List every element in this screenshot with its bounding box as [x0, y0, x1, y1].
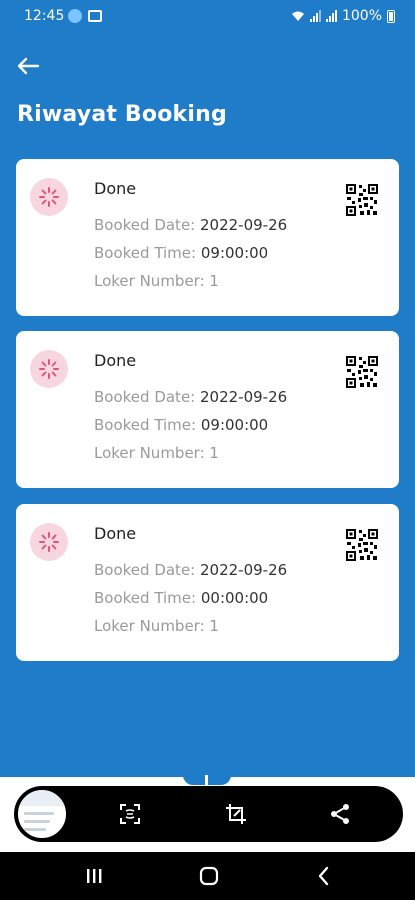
navigation-bar — [0, 852, 415, 900]
signal-icon — [309, 10, 321, 22]
loker-number-row: Loker Number: 1 — [94, 444, 219, 462]
booking-status: Done — [94, 524, 137, 543]
booked-time-row: Booked Time: 09:00:00 — [94, 416, 268, 434]
battery-percent: 100% — [341, 8, 382, 24]
loker-number-row: Loker Number: 1 — [94, 272, 219, 290]
wifi-icon — [291, 11, 304, 21]
status-notification-icons — [68, 9, 102, 23]
thumbnail-header — [18, 790, 66, 806]
booking-card[interactable]: Done Booked Date: 2022-09-26 Booked Time… — [16, 504, 399, 661]
page-title: Riwayat Booking — [17, 102, 227, 127]
status-icon — [30, 178, 68, 216]
booking-card[interactable]: Done Booked Date: 2022-09-26 Booked Time… — [16, 159, 399, 316]
status-icon — [30, 350, 68, 388]
booked-date-label: Booked Date: — [94, 216, 200, 234]
status-icon — [30, 523, 68, 561]
qr-code-icon[interactable] — [346, 356, 378, 388]
qr-code-icon[interactable] — [346, 529, 378, 561]
status-bar: 12:45 100% — [0, 0, 415, 34]
loker-number-value: 1 — [209, 444, 219, 462]
gallery-icon — [88, 10, 102, 22]
booked-date-row: Booked Date: 2022-09-26 — [94, 216, 287, 234]
home-icon[interactable] — [197, 864, 221, 888]
status-system-icons: 100% — [291, 8, 395, 24]
back-button[interactable] — [16, 56, 44, 80]
status-time: 12:45 — [24, 8, 65, 24]
loker-number-value: 1 — [209, 272, 219, 290]
signal-icon-2 — [325, 10, 337, 22]
toolbar-handle-line — [205, 775, 208, 785]
loker-number-label: Loker Number: — [94, 444, 210, 462]
qr-code-icon[interactable] — [346, 184, 378, 216]
booked-date-label: Booked Date: — [94, 388, 200, 406]
booked-date-value: 2022-09-26 — [200, 388, 288, 406]
battery-icon — [387, 9, 395, 23]
thumbnail-line — [24, 812, 54, 815]
loker-number-label: Loker Number: — [94, 617, 210, 635]
booking-status: Done — [94, 179, 137, 198]
loading-spinner-icon — [39, 187, 59, 207]
loading-spinner-icon — [39, 532, 59, 552]
booked-date-label: Booked Date: — [94, 561, 200, 579]
thumbnail-line — [24, 820, 50, 823]
booking-card[interactable]: Done Booked Date: 2022-09-26 Booked Time… — [16, 331, 399, 488]
screenshot-toolbar — [14, 786, 403, 842]
booked-time-value: 09:00:00 — [200, 416, 269, 434]
google-circle-icon — [68, 9, 82, 23]
booked-time-row: Booked Time: 00:00:00 — [94, 589, 268, 607]
booked-time-label: Booked Time: — [94, 416, 201, 434]
arrow-left-icon — [17, 57, 40, 75]
booked-date-row: Booked Date: 2022-09-26 — [94, 388, 287, 406]
thumbnail-line — [24, 828, 46, 831]
screenshot-thumbnail[interactable] — [16, 788, 68, 840]
screen: 12:45 100% Riwayat Booking Done Booked D… — [0, 0, 415, 900]
loker-number-value: 1 — [209, 617, 219, 635]
crop-edit-icon[interactable] — [224, 802, 248, 826]
booked-time-row: Booked Time: 09:00:00 — [94, 244, 268, 262]
booked-time-value: 09:00:00 — [200, 244, 269, 262]
booked-time-value: 00:00:00 — [200, 589, 269, 607]
booked-date-value: 2022-09-26 — [200, 561, 288, 579]
scan-text-icon[interactable] — [118, 802, 142, 826]
booked-date-row: Booked Date: 2022-09-26 — [94, 561, 287, 579]
booking-status: Done — [94, 351, 137, 370]
recent-apps-icon[interactable] — [82, 864, 106, 888]
loker-number-label: Loker Number: — [94, 272, 210, 290]
booked-date-value: 2022-09-26 — [200, 216, 288, 234]
booked-time-label: Booked Time: — [94, 244, 201, 262]
booked-time-label: Booked Time: — [94, 589, 201, 607]
loker-number-row: Loker Number: 1 — [94, 617, 219, 635]
share-icon[interactable] — [328, 802, 352, 826]
back-icon[interactable] — [312, 864, 336, 888]
loading-spinner-icon — [39, 359, 59, 379]
